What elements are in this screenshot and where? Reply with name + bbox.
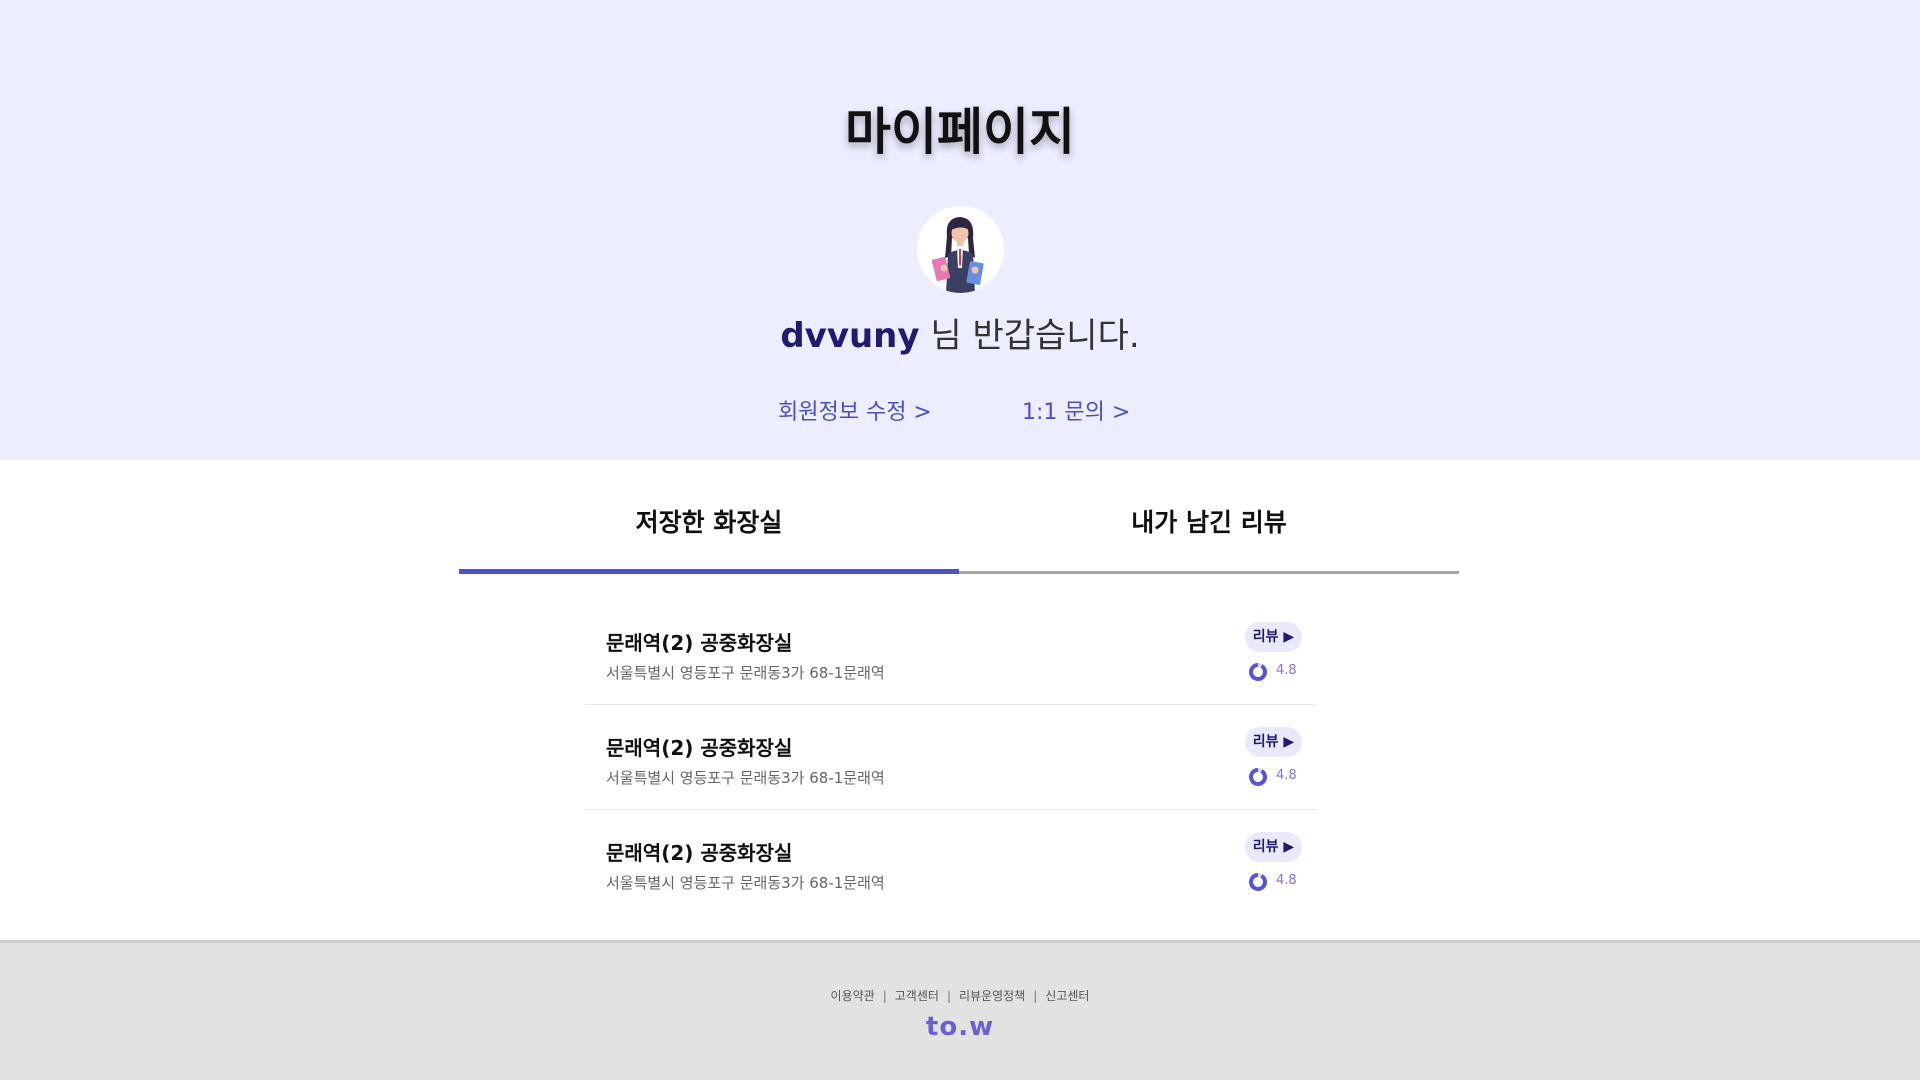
tab-saved-toilets[interactable]: 저장한 화장실 <box>459 490 959 574</box>
logo: to.w <box>925 1012 995 1042</box>
toilet-address: 서울특별시 영등포구 문래동3가 68-1문래역 <box>606 769 885 787</box>
username: dvvuny <box>780 316 920 356</box>
footer: 이용약관 | 고객센터 | 리뷰운영정책 | 신고센터 to.w <box>0 940 1920 1080</box>
toilet-name: 문래역(2) 공중화장실 <box>606 631 793 655</box>
tab-bar: 저장한 화장실 내가 남긴 리뷰 <box>459 490 1459 574</box>
rating-ring-icon <box>1249 663 1267 681</box>
list-item[interactable]: 문래역(2) 공중화장실 서울특별시 영등포구 문래동3가 68-1문래역 리뷰… <box>585 600 1316 705</box>
rating-ring-icon <box>1249 768 1267 786</box>
review-button[interactable]: 리뷰 ▶ <box>1245 832 1302 862</box>
rating-ring-icon <box>1249 873 1267 891</box>
review-button[interactable]: 리뷰 ▶ <box>1245 727 1302 757</box>
greeting: dvvuny 님 반갑습니다. <box>0 308 1920 357</box>
terms-link[interactable]: 이용약관 <box>831 989 875 1003</box>
tab-label: 내가 남긴 리뷰 <box>1131 508 1287 537</box>
tab-label: 저장한 화장실 <box>635 508 783 537</box>
customer-center-link[interactable]: 고객센터 <box>895 989 939 1003</box>
tab-underline <box>959 571 1459 574</box>
footer-separator: | <box>882 989 887 1003</box>
toilet-address: 서울특별시 영등포구 문래동3가 68-1문래역 <box>606 874 885 892</box>
saved-toilet-list: 문래역(2) 공중화장실 서울특별시 영등포구 문래동3가 68-1문래역 리뷰… <box>585 600 1316 915</box>
rating-value: 4.8 <box>1276 873 1297 888</box>
footer-separator: | <box>1033 989 1038 1003</box>
footer-separator: | <box>946 989 951 1003</box>
toilet-name: 문래역(2) 공중화장실 <box>606 841 793 865</box>
tab-my-reviews[interactable]: 내가 남긴 리뷰 <box>959 490 1459 574</box>
toilet-name: 문래역(2) 공중화장실 <box>606 736 793 760</box>
rating-value: 4.8 <box>1276 768 1297 783</box>
profile-hero: 마이페이지 dvvuny 님 반갑습니다. 회원정보 수정 > 1:1 문의 > <box>0 0 1920 460</box>
list-item[interactable]: 문래역(2) 공중화장실 서울특별시 영등포구 문래동3가 68-1문래역 리뷰… <box>585 705 1316 810</box>
tab-underline-active <box>459 569 959 574</box>
list-item[interactable]: 문래역(2) 공중화장실 서울특별시 영등포구 문래동3가 68-1문래역 리뷰… <box>585 810 1316 915</box>
page-title: 마이페이지 <box>845 103 1075 161</box>
toilet-address: 서울특별시 영등포구 문래동3가 68-1문래역 <box>606 664 885 682</box>
inquiry-link[interactable]: 1:1 문의 > <box>1022 394 1130 426</box>
review-policy-link[interactable]: 리뷰운영정책 <box>959 989 1025 1003</box>
rating-value: 4.8 <box>1276 663 1297 678</box>
edit-profile-link[interactable]: 회원정보 수정 > <box>778 394 932 426</box>
review-button[interactable]: 리뷰 ▶ <box>1245 622 1302 652</box>
report-center-link[interactable]: 신고센터 <box>1045 989 1089 1003</box>
footer-links: 이용약관 | 고객센터 | 리뷰운영정책 | 신고센터 <box>0 987 1920 1004</box>
avatar <box>917 206 1004 293</box>
greeting-text: 님 반갑습니다. <box>919 316 1140 356</box>
avatar-illustration <box>917 206 1004 293</box>
